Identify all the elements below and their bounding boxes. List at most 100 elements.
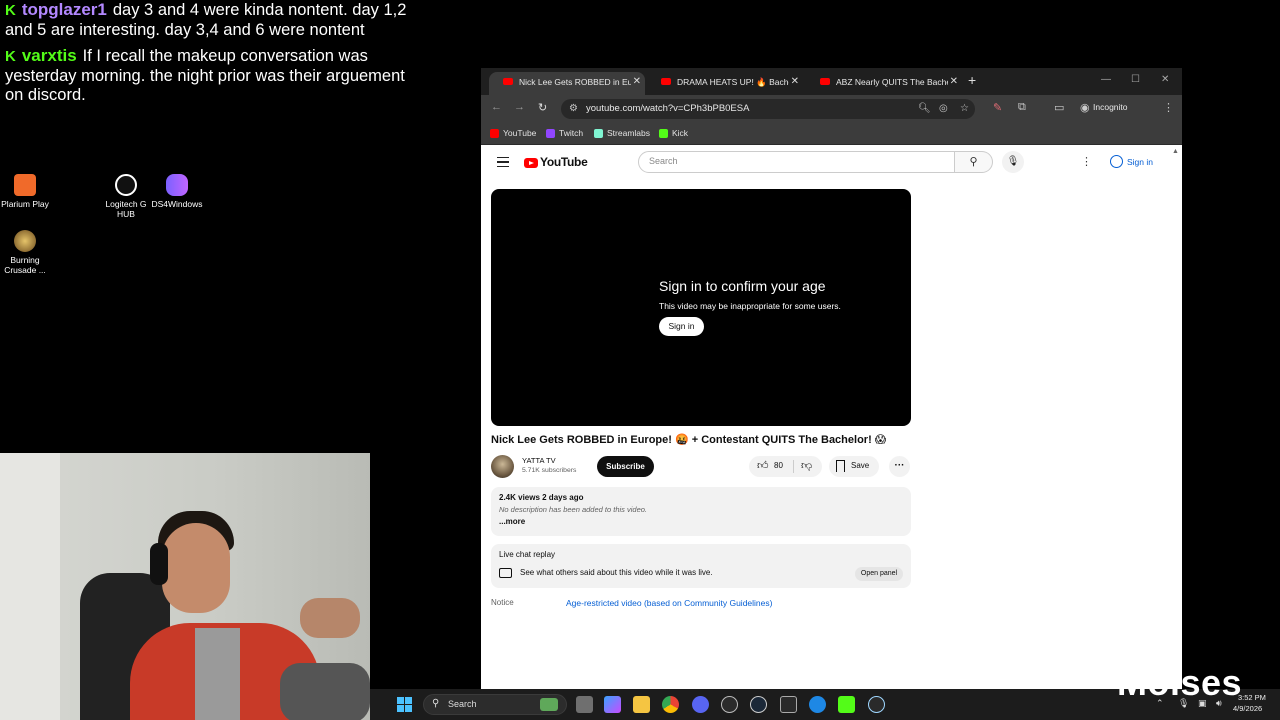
moises-watermark: Moises [1117,662,1243,703]
subscribe-button[interactable]: Subscribe [597,456,654,477]
desktop-screen: Ktopglazer1 day 3 and 4 were kinda nonten… [0,0,1280,720]
show-more-link[interactable]: ...more [499,517,525,526]
video-player[interactable]: Sign in to confirm your age This video m… [491,189,911,426]
bookmark-twitch[interactable]: Twitch [546,128,583,138]
tab-drama-heats-up[interactable]: DRAMA HEATS UP! 🔥 Bachelor ✕ [647,72,803,95]
tab-title: DRAMA HEATS UP! 🔥 Bachelor [677,77,789,87]
search-button[interactable]: ⚲ [955,151,993,173]
desktop-icon-plarium-play[interactable]: Plarium Play [0,174,55,209]
twitch-icon [546,129,555,138]
youtube-favicon-icon [820,78,830,85]
age-gate-title: Sign in to confirm your age [659,278,826,294]
browser-toolbar: ← → ↻ ⚙ youtube.com/watch?v=CPh3bPB0ESA … [481,95,1182,123]
tab-abz-nearly-quits[interactable]: ABZ Nearly QUITS The Bachelor ✕ [806,72,962,95]
dislike-icon[interactable]: 👎︎ [801,459,812,472]
desktop-icon-label: Plarium Play [1,199,49,209]
subscriber-count: 5.71K subscribers [522,467,577,474]
task-view-icon[interactable] [576,696,593,713]
bookmark-kick[interactable]: Kick [659,128,688,138]
tab-nick-lee[interactable]: Nick Lee Gets ROBBED in Europe! ✕ [489,72,645,95]
site-info-icon[interactable]: ⚙ [569,103,578,114]
extension-icon[interactable]: ✎ [993,101,1002,114]
epic-games-icon[interactable] [780,696,797,713]
file-explorer-icon[interactable] [633,696,650,713]
clock-date[interactable]: 4/9/2026 [1233,704,1262,713]
battle-net-icon[interactable] [809,696,826,713]
close-tab-icon[interactable]: ✕ [633,72,641,92]
back-icon[interactable]: ← [491,101,502,113]
youtube-logo-text[interactable]: YouTube [540,155,588,169]
tracking-protection-icon[interactable]: ◎ [939,103,948,114]
live-chat-text: See what others said about this video wh… [520,568,713,577]
age-restriction-link[interactable]: Age-restricted video (based on Community… [566,598,772,608]
discord-icon[interactable] [692,696,709,713]
age-gate-sign-in-button[interactable]: Sign in [659,317,704,336]
desktop-icon-label: DS4Windows [151,199,203,209]
obs-icon[interactable] [721,696,738,713]
steam-icon[interactable] [750,696,767,713]
chat-icon [499,568,512,578]
kick-icon [659,129,668,138]
like-dislike-group: 👍︎ 80 👎︎ [749,456,822,477]
desktop-icon-burning-crusade[interactable]: Burning Crusade ... [0,230,55,275]
maximize-icon[interactable]: ☐ [1131,74,1140,85]
forward-icon[interactable]: → [514,101,525,113]
settings-menu-icon[interactable]: ⋮ [1081,155,1092,168]
age-gate-subtitle: This video may be inappropriate for some… [659,301,841,311]
video-title: Nick Lee Gets ROBBED in Europe! 🤬 + Cont… [491,434,887,446]
youtube-page: YouTube Search ⚲ 🎙︎ ⋮ Sign in ▲ Sign in … [481,145,1182,689]
taskbar-search[interactable]: ⚲ Search [423,694,567,715]
scroll-up-icon[interactable]: ▲ [1172,148,1179,155]
channel-name[interactable]: YATTA TV [522,456,556,465]
bookmark-youtube[interactable]: YouTube [490,128,536,138]
start-button[interactable] [397,697,412,712]
address-bar[interactable]: ⚙ youtube.com/watch?v=CPh3bPB0ESA 🔍︎ ◎ ☆ [561,99,975,119]
bookmark-streamlabs[interactable]: Streamlabs [594,128,650,138]
youtube-icon [490,129,499,138]
more-actions-button[interactable]: ··· [889,456,910,477]
new-tab-button[interactable]: + [968,72,976,88]
save-button[interactable]: Save [829,456,879,477]
plarium-play-icon [14,174,36,196]
close-tab-icon[interactable]: ✕ [950,72,958,92]
description-box[interactable]: 2.4K views 2 days ago No description has… [491,487,911,536]
live-chat-replay-box: Live chat replay See what others said ab… [491,544,911,588]
app-icon[interactable] [868,696,885,713]
menu-icon[interactable] [497,157,509,167]
like-icon[interactable]: 👍︎ [757,459,769,472]
channel-avatar[interactable] [491,455,514,478]
open-panel-button[interactable]: Open panel [855,567,903,581]
wow-icon [14,230,36,252]
chat-username: varxtis [21,46,77,65]
desktop-icon-ds4windows[interactable]: DS4Windows [147,174,207,209]
live-chat-title: Live chat replay [499,550,556,559]
like-count: 80 [774,461,783,470]
sign-in-button[interactable]: Sign in [1105,152,1159,172]
reload-icon[interactable]: ↻ [538,101,547,114]
zoom-icon[interactable]: 🔍︎ [918,103,931,114]
search-icon: ⚲ [432,698,440,709]
logitech-g-hub-icon [115,174,137,196]
split-view-icon[interactable]: ▭ [1054,101,1064,114]
close-window-icon[interactable]: ✕ [1161,74,1169,85]
minimize-icon[interactable]: — [1101,74,1111,85]
browser-window: Nick Lee Gets ROBBED in Europe! ✕ DRAMA … [481,68,1182,689]
voice-search-button[interactable]: 🎙︎ [1002,151,1024,173]
clock-time[interactable]: 3:52 PM [1238,693,1266,702]
tab-bar: Nick Lee Gets ROBBED in Europe! ✕ DRAMA … [481,68,1182,95]
search-input[interactable]: Search [638,151,955,173]
youtube-favicon-icon [661,78,671,85]
close-tab-icon[interactable]: ✕ [791,72,799,92]
kick-icon[interactable] [838,696,855,713]
chrome-icon[interactable] [662,696,679,713]
streamlabs-icon [594,129,603,138]
copilot-icon[interactable] [604,696,621,713]
extensions-puzzle-icon[interactable]: ⧉ [1018,101,1026,114]
browser-menu-icon[interactable]: ⋮ [1163,101,1174,114]
bookmarks-bar: YouTube Twitch Streamlabs Kick [481,123,1182,145]
bookmark-star-icon[interactable]: ☆ [960,103,969,114]
desktop-icon-label: Burning Crusade ... [4,255,46,275]
account-icon [1110,155,1123,168]
search-highlight-icon [540,698,558,711]
kick-icon: K [5,48,16,65]
